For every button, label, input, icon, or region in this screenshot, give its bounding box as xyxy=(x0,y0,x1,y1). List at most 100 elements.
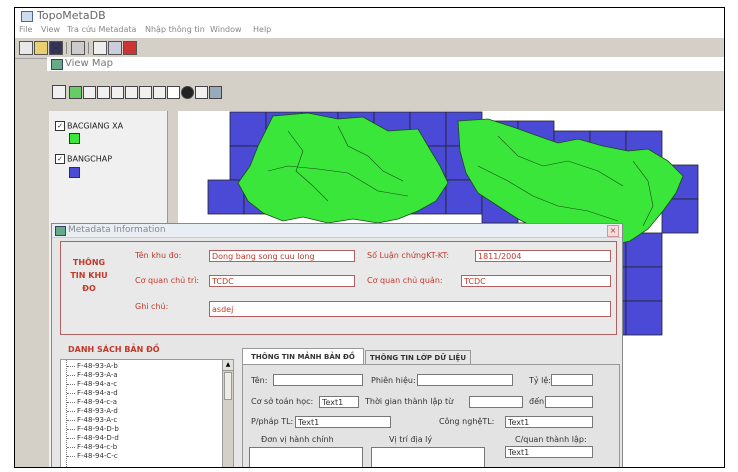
layer-up-icon[interactable] xyxy=(111,86,124,99)
list-item[interactable]: F-48-94-c-b xyxy=(66,443,117,451)
new-file-icon[interactable] xyxy=(19,41,33,55)
menu-file[interactable]: File xyxy=(19,25,32,34)
thoi-gian-tu-field[interactable] xyxy=(469,396,523,408)
so-luan-chung-field[interactable]: 1811/2004 xyxy=(475,250,611,262)
list-item[interactable]: F-48-94-a-c xyxy=(66,380,117,388)
list-item[interactable]: F-48-94-c-a xyxy=(66,398,117,406)
thoi-gian-tu-label: Thời gian thành lập từ xyxy=(365,397,454,406)
refresh-map-icon[interactable] xyxy=(209,86,222,99)
tab-thong-tin-manh-ban-do[interactable]: THÔNG TIN MẢNH BẢN ĐỒ xyxy=(242,348,364,364)
cong-nghe-field[interactable]: Text1 xyxy=(505,416,593,428)
list-item[interactable]: F-48-94-D-d xyxy=(67,434,119,442)
layer-name: BANGCHAP xyxy=(67,154,113,164)
list-item[interactable]: F-48-93-A-c xyxy=(66,416,117,424)
ten-khu-do-field[interactable]: Dong bang song cuu long xyxy=(209,250,355,262)
map-toolbar xyxy=(47,71,724,111)
view-map-title: View Map xyxy=(65,58,114,69)
tab-panel-manh-ban-do: Tên: Phiên hiệu: Tỷ lệ: Cơ sở toán học: … xyxy=(242,364,620,467)
co-quan-chu-tri-field[interactable]: TCDC xyxy=(209,275,355,287)
print-icon[interactable] xyxy=(52,85,66,99)
copy-icon[interactable] xyxy=(108,41,122,55)
vi-tri-dia-ly-label: Vị trí địa lý xyxy=(389,435,433,444)
list-item[interactable]: F-48-94-D-b xyxy=(67,425,119,433)
den-label: đến xyxy=(529,397,545,406)
ten-field[interactable] xyxy=(273,374,363,386)
layer-down-icon[interactable] xyxy=(125,86,138,99)
co-quan-chu-quan-label: Cơ quan chủ quản: xyxy=(367,276,443,285)
metadata-dialog: Metadata Information × THÔNG TIN KHU ĐO … xyxy=(51,223,623,467)
dialog-title: Metadata Information xyxy=(68,225,166,235)
scroll-thumb[interactable] xyxy=(224,372,232,400)
co-so-toan-hoc-field[interactable]: Text1 xyxy=(319,396,359,408)
app-icon xyxy=(21,11,33,22)
list-item[interactable]: F-48-93-A-b xyxy=(67,362,118,370)
layer-swatch-green xyxy=(69,133,80,144)
so-luan-chung-label: Số Luận chứngKT-KT: xyxy=(367,251,450,260)
don-vi-hanh-chinh-label: Đơn vị hành chính xyxy=(261,435,334,444)
toolbar-separator xyxy=(88,42,89,54)
phien-hieu-field[interactable] xyxy=(417,374,513,386)
pp-tl-field[interactable]: Text1 xyxy=(295,416,391,428)
tree-line xyxy=(66,360,67,467)
list-item[interactable]: F-48-93-A-a xyxy=(67,371,118,379)
co-quan-thanh-lap-label: C/quan thành lập: xyxy=(515,435,587,444)
pan-hand-icon[interactable] xyxy=(167,86,180,99)
ghi-chu-label: Ghi chú: xyxy=(135,302,169,311)
map-list-title: DANH SÁCH BẢN ĐỒ xyxy=(68,345,160,354)
ty-le-field[interactable] xyxy=(551,374,593,386)
khu-do-section: THÔNG TIN KHU ĐO Tên khu đo: Dong bang s… xyxy=(60,241,617,335)
info-icon[interactable] xyxy=(181,86,194,99)
co-quan-thanh-lap-field[interactable]: Text1 xyxy=(505,446,593,458)
print-icon[interactable] xyxy=(71,41,85,55)
add-layer-icon[interactable] xyxy=(69,86,82,99)
save-icon[interactable] xyxy=(49,41,63,55)
zoom-in-icon[interactable] xyxy=(139,86,152,99)
den-field[interactable] xyxy=(545,396,593,408)
dialog-titlebar: Metadata Information × xyxy=(52,224,622,238)
layer-row-bacgiang[interactable]: ✓ BACGIANG XA xyxy=(55,121,123,131)
menubar: File View Tra cứu Metadata Nhập thông ti… xyxy=(15,24,724,38)
vi-tri-dia-ly-box[interactable] xyxy=(371,447,485,467)
map-extent-icon[interactable] xyxy=(97,86,110,99)
layer-checkbox[interactable]: ✓ xyxy=(55,121,65,131)
ty-le-label: Tỷ lệ: xyxy=(529,376,552,385)
main-toolbar xyxy=(15,38,724,59)
paste-icon[interactable] xyxy=(123,41,137,55)
ghi-chu-field[interactable]: asdej xyxy=(209,301,611,317)
menu-help[interactable]: Help xyxy=(253,25,271,34)
cut-icon[interactable] xyxy=(93,41,107,55)
tab-thong-tin-lop-du-lieu[interactable]: THÔNG TIN LỚP DỮ LIỆU xyxy=(365,350,471,364)
toolbar-separator xyxy=(66,42,67,54)
list-item[interactable]: F-48-94-a-d xyxy=(67,389,118,397)
section-khu-do-label: THÔNG TIN KHU ĐO xyxy=(70,258,108,293)
list-scrollbar[interactable]: ▲ xyxy=(222,360,233,467)
cong-nghe-label: Công nghệTL: xyxy=(439,417,495,426)
close-icon[interactable]: × xyxy=(607,225,619,237)
select-pointer-icon[interactable] xyxy=(195,86,208,99)
zoom-out-icon[interactable] xyxy=(153,86,166,99)
menu-window[interactable]: Window xyxy=(210,25,242,34)
menu-view[interactable]: View xyxy=(41,25,60,34)
phien-hieu-label: Phiên hiệu: xyxy=(371,376,416,385)
layer-name: BACGIANG XA xyxy=(67,121,124,131)
layer-swatch-blue xyxy=(69,167,80,178)
ten-khu-do-label: Tên khu đo: xyxy=(135,251,182,260)
co-so-toan-hoc-label: Cơ sở toán học: xyxy=(251,397,314,406)
scroll-up-arrow-icon[interactable]: ▲ xyxy=(223,360,233,371)
binoculars-icon[interactable] xyxy=(83,86,96,99)
map-list[interactable]: F-48-93-A-b F-48-93-A-a F-48-94-a-c F-48… xyxy=(60,359,234,467)
app-window: TopoMetaDB File View Tra cứu Metadata Nh… xyxy=(14,7,725,468)
co-quan-chu-quan-field[interactable]: TCDC xyxy=(461,275,611,287)
don-vi-hanh-chinh-box[interactable] xyxy=(249,447,363,467)
app-titlebar: TopoMetaDB xyxy=(15,8,724,24)
layer-row-bangchap[interactable]: ✓ BANGCHAP xyxy=(55,154,112,164)
list-item[interactable]: F-48-94-C-c xyxy=(67,452,118,460)
list-item[interactable]: F-48-93-A-d xyxy=(67,407,118,415)
ten-label: Tên: xyxy=(251,376,268,385)
menu-tra-cuu-metadata[interactable]: Tra cứu Metadata xyxy=(67,25,136,34)
view-map-titlebar: View Map xyxy=(47,57,724,71)
view-map-icon xyxy=(51,59,63,70)
layer-checkbox[interactable]: ✓ xyxy=(55,154,65,164)
menu-nhap-thong-tin[interactable]: Nhập thông tin xyxy=(145,25,205,34)
open-folder-icon[interactable] xyxy=(34,41,48,55)
